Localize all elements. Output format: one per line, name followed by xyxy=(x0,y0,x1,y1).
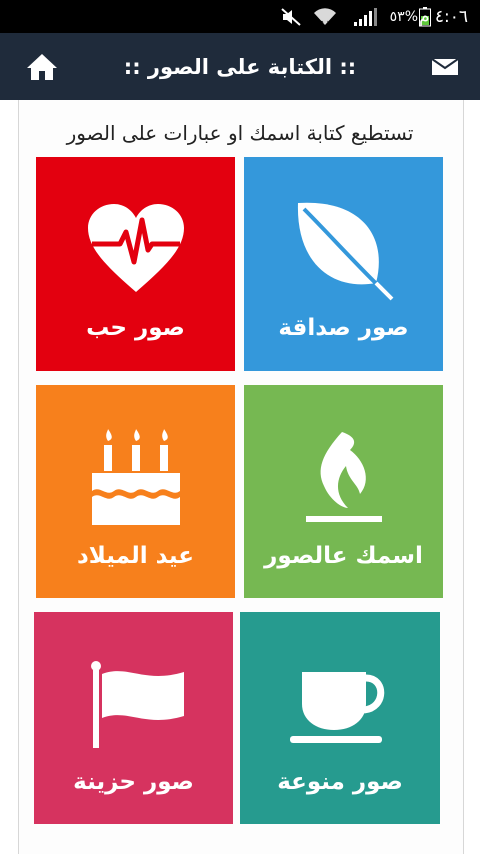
subtitle: تستطيع كتابة اسمك او عبارات على الصور xyxy=(66,121,414,145)
tile-name-on-photos[interactable]: اسمك عالصور xyxy=(244,385,443,598)
status-bar: ↑↓ ٥٣% ٤:٠٦ م xyxy=(0,0,480,33)
birthday-cake-icon xyxy=(92,429,180,525)
battery-percent: ٥٣% xyxy=(389,9,418,25)
tile-label: صور منوعة xyxy=(277,769,403,795)
flame-icon xyxy=(306,432,382,522)
mute-icon xyxy=(280,7,302,27)
coffee-cup-icon xyxy=(290,672,385,743)
heart-pulse-icon xyxy=(88,204,184,292)
flag-icon xyxy=(91,661,184,748)
mail-button[interactable] xyxy=(431,57,459,77)
tile-label: صور حزينة xyxy=(73,769,194,795)
tile-label: اسمك عالصور xyxy=(264,543,423,569)
tile-love[interactable]: صور حب xyxy=(36,157,235,371)
tile-label: صور حب xyxy=(86,315,185,341)
signal-icon xyxy=(353,7,377,27)
svg-text:↑↓: ↑↓ xyxy=(319,20,331,27)
tile-friendship[interactable]: صور صداقة xyxy=(244,157,443,371)
tile-label: صور صداقة xyxy=(278,315,409,341)
leaf-icon xyxy=(297,202,394,301)
tile-miscellaneous[interactable]: صور منوعة xyxy=(240,612,440,824)
tile-birthday[interactable]: عيد الميلاد xyxy=(36,385,235,598)
page-title: :: الكتابة على الصور :: xyxy=(123,54,357,79)
tile-sad[interactable]: صور حزينة xyxy=(34,612,233,824)
status-time: ٤:٠٦ م xyxy=(418,7,468,27)
mail-icon xyxy=(431,58,459,75)
app-bar: :: الكتابة على الصور :: xyxy=(0,33,480,100)
wifi-icon: ↑↓ xyxy=(312,7,338,27)
tile-label: عيد الميلاد xyxy=(77,543,194,569)
